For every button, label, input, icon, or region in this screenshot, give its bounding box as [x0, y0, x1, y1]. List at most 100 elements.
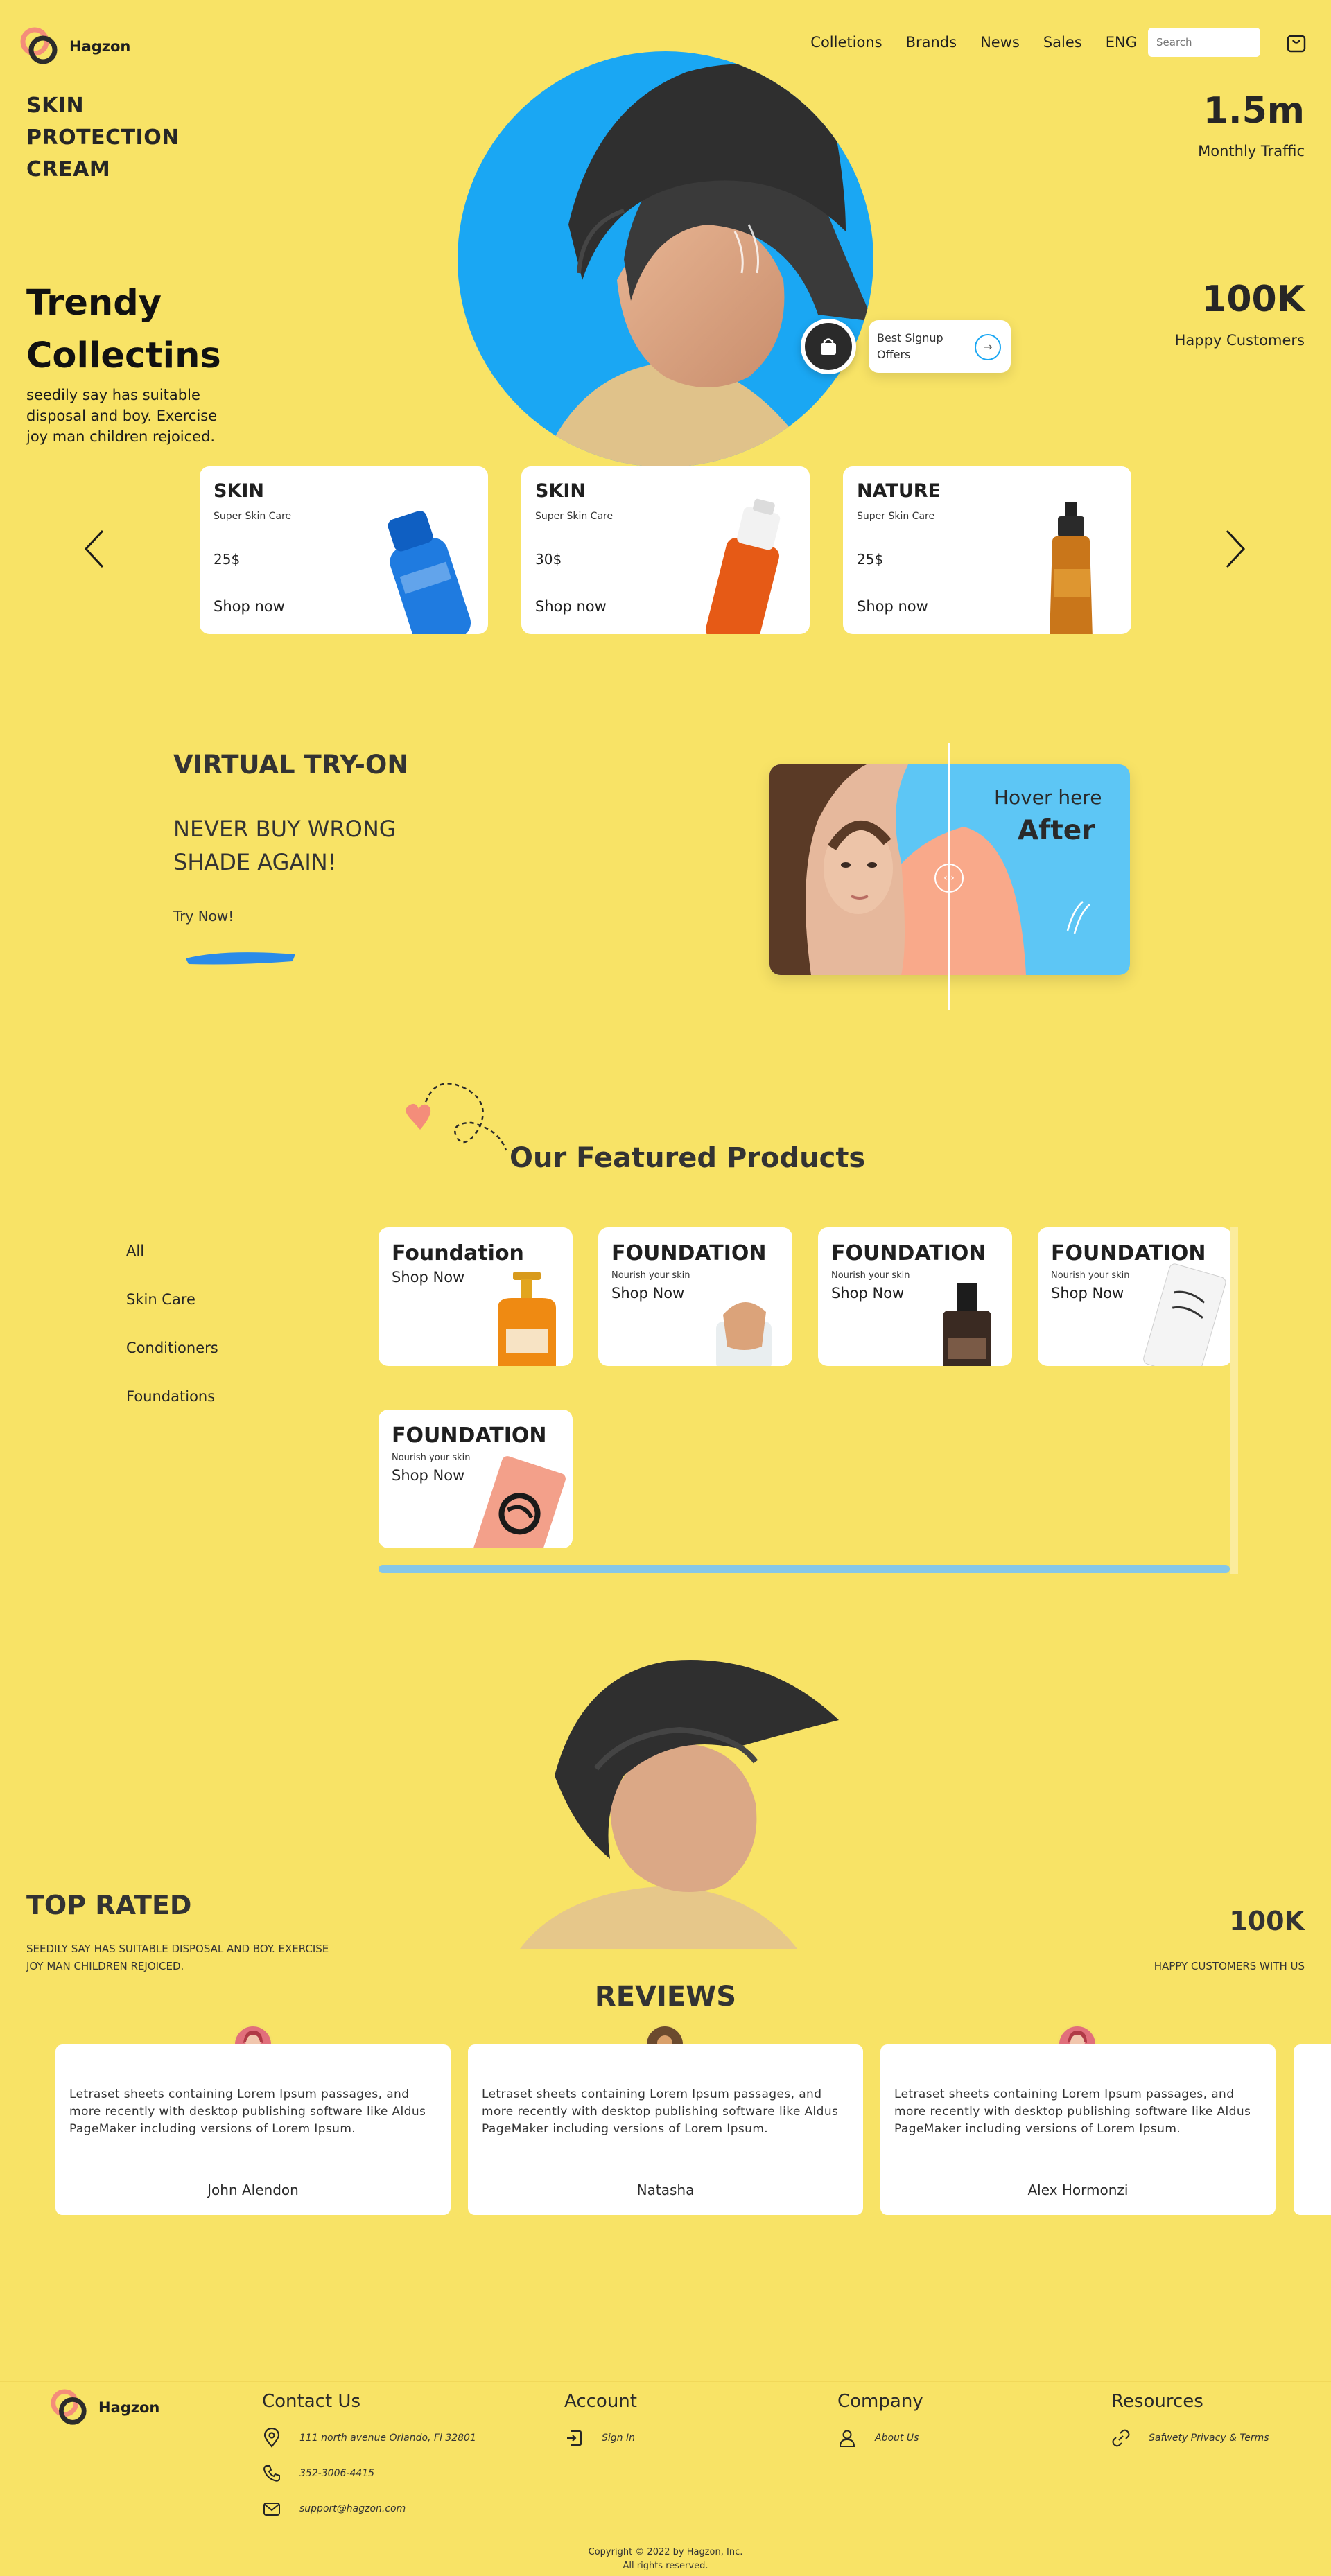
stat-traffic-value: 1.5m [1203, 90, 1305, 132]
review-card: Letraset sheets containing Lorem Ipsum p… [55, 2044, 451, 2215]
featured-product-card[interactable]: Foundation Shop Now [379, 1227, 573, 1366]
signup-offer-card[interactable]: Best Signup Offers → [869, 320, 1011, 373]
sign-in-icon [567, 2430, 582, 2446]
nav-news[interactable]: News [980, 34, 1020, 51]
shop-now-link[interactable]: Shop Now [392, 1269, 464, 1286]
copyright-line: Copyright © 2022 by Hagzon, Inc. [588, 2547, 743, 2557]
arrow-right-icon[interactable]: → [975, 334, 1001, 360]
featured-product-card[interactable]: FOUNDATION Nourish your skin Shop Now [1038, 1227, 1232, 1366]
product-card[interactable]: SKIN Super Skin Care 30$ Shop now [521, 466, 810, 634]
location-pin-icon [263, 2428, 280, 2448]
logo-rings-icon [19, 26, 60, 67]
footer-email-text[interactable]: support@hagzon.com [299, 2503, 406, 2514]
user-icon [839, 2430, 855, 2447]
vertical-scrollbar[interactable] [1230, 1227, 1238, 1574]
slider-handle-icon[interactable]: ‹ › [934, 864, 964, 893]
reviews-title: REVIEWS [594, 1981, 737, 2013]
featured-product-card[interactable]: FOUNDATION Nourish your skin Shop Now [598, 1227, 792, 1366]
try-now-button[interactable]: Try Now! [173, 908, 234, 925]
category-all[interactable]: All [126, 1243, 144, 1259]
nav-collections[interactable]: Colletions [810, 34, 882, 51]
shop-now-link[interactable]: Shop Now [1051, 1285, 1124, 1302]
phone-icon [263, 2465, 280, 2482]
footer-address-text: 111 north avenue Orlando, Fl 32801 [299, 2433, 476, 2444]
footer-email[interactable]: support@hagzon.com [262, 2499, 406, 2518]
hover-here-label: Hover here [994, 786, 1102, 809]
footer-phone-text[interactable]: 352-3006-4415 [299, 2468, 374, 2479]
review-card-partial [1294, 2044, 1331, 2215]
footer-privacy-link[interactable]: Safwety Privacy & Terms [1111, 2428, 1269, 2448]
amber-bottle-image [1050, 502, 1093, 634]
category-skin-care[interactable]: Skin Care [126, 1291, 195, 1308]
shop-now-link[interactable]: Shop now [214, 598, 285, 615]
featured-product-name: FOUNDATION [392, 1423, 547, 1448]
footer-sign-in-text[interactable]: Sign In [602, 2433, 635, 2444]
footer-privacy-text[interactable]: Safwety Privacy & Terms [1149, 2433, 1269, 2444]
brush-stroke-decoration [186, 952, 295, 965]
mail-icon [263, 2503, 280, 2516]
carousel-next-chevron-icon[interactable] [1224, 528, 1248, 576]
featured-product-card[interactable]: FOUNDATION Nourish your skin Shop Now [818, 1227, 1012, 1366]
product-name: SKIN [214, 480, 265, 502]
virtual-try-on-subtitle: NEVER BUY WRONG SHADE AGAIN! [173, 812, 397, 879]
footer-sign-in-link[interactable]: Sign In [564, 2428, 635, 2448]
shop-now-link[interactable]: Shop now [535, 598, 607, 615]
footer-about-text[interactable]: About Us [875, 2433, 919, 2444]
category-conditioners[interactable]: Conditioners [126, 1340, 218, 1356]
nav-sales[interactable]: Sales [1043, 34, 1082, 51]
search-input[interactable] [1148, 28, 1260, 57]
hero-tag-line: CREAM [26, 157, 111, 182]
hero-tagline: SKIN PROTECTION CREAM [26, 90, 207, 186]
nav-language[interactable]: ENG [1106, 34, 1137, 51]
top-rated-stat-value: 100K [1229, 1906, 1305, 1936]
orange-pump-bottle-image [498, 1272, 556, 1366]
footer-brand-name: Hagzon [98, 2399, 160, 2416]
hero-title: Trendy Collectins [26, 277, 221, 383]
product-card[interactable]: SKIN Super Skin Care 25$ Shop now [200, 466, 488, 634]
horizontal-scrollbar[interactable] [379, 1565, 1230, 1573]
shopping-bag-icon[interactable] [1287, 32, 1306, 53]
shop-now-link[interactable]: Shop Now [831, 1285, 904, 1302]
review-text: Letraset sheets containing Lorem Ipsum p… [894, 2087, 1251, 2136]
shop-now-link[interactable]: Shop Now [611, 1285, 684, 1302]
foundation-jar-image [716, 1302, 772, 1366]
top-rated-model-image [506, 1658, 853, 1949]
brand-name: Hagzon [69, 38, 131, 55]
white-tube-image [1143, 1263, 1226, 1366]
stat-customers-label: Happy Customers [1174, 332, 1305, 349]
hero-image [458, 51, 873, 467]
stat-traffic-label: Monthly Traffic [1198, 143, 1305, 159]
copyright: Copyright © 2022 by Hagzon, Inc. All rig… [0, 2546, 1331, 2573]
carousel-prev-chevron-icon[interactable] [82, 528, 105, 576]
footer-about-link[interactable]: About Us [837, 2428, 919, 2448]
top-rated-description: SEEDILY SAY HAS SUITABLE DISPOSAL AND BO… [26, 1943, 329, 1972]
footer-address: 111 north avenue Orlando, Fl 32801 [262, 2428, 476, 2448]
bag-button[interactable] [801, 319, 856, 374]
review-card: Letraset sheets containing Lorem Ipsum p… [880, 2044, 1276, 2215]
hero-tag-line: PROTECTION [26, 125, 180, 150]
brand-logo[interactable]: Hagzon [19, 26, 130, 67]
shop-now-link[interactable]: Shop Now [392, 1467, 464, 1484]
footer-logo[interactable]: Hagzon [50, 2388, 159, 2427]
shop-now-link[interactable]: Shop now [857, 598, 928, 615]
vto-subtitle-line: SHADE AGAIN! [173, 849, 337, 875]
top-rated-title: TOP RATED [26, 1890, 192, 1920]
category-foundations[interactable]: Foundations [126, 1388, 215, 1405]
product-card[interactable]: NATURE Super Skin Care 25$ Shop now [843, 466, 1131, 634]
heart-doodle-decoration [406, 1083, 507, 1151]
hero-description: seedily say has suitable disposal and bo… [26, 387, 218, 445]
nav-brands[interactable]: Brands [906, 34, 957, 51]
after-label: After [1018, 815, 1095, 846]
product-price: 25$ [857, 551, 884, 568]
footer-phone[interactable]: 352-3006-4415 [262, 2464, 374, 2483]
review-text: Letraset sheets containing Lorem Ipsum p… [482, 2087, 839, 2136]
hero-title-line: Trendy [26, 283, 162, 324]
product-subtitle: Super Skin Care [214, 511, 292, 522]
footer-company-heading: Company [837, 2391, 923, 2412]
product-name: SKIN [535, 480, 586, 502]
featured-product-card[interactable]: FOUNDATION Nourish your skin Shop Now [379, 1410, 573, 1548]
blue-bottle-image [388, 511, 471, 634]
product-price: 30$ [535, 551, 562, 568]
featured-product-subtitle: Nourish your skin [1051, 1270, 1130, 1281]
product-subtitle: Super Skin Care [857, 511, 935, 522]
